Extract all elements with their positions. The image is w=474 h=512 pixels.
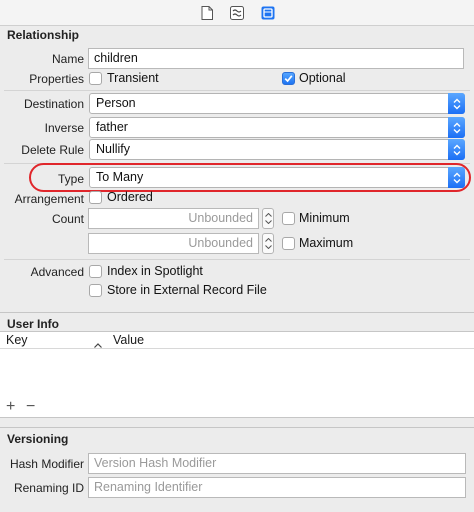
red-highlight-annotation xyxy=(29,163,471,192)
relationship-section-title: Relationship xyxy=(7,28,80,42)
delete-rule-value: Nullify xyxy=(96,142,131,156)
optional-label: Optional xyxy=(299,71,346,85)
updown-arrows-icon xyxy=(448,117,465,138)
maximum-count-field[interactable]: Unbounded xyxy=(88,233,259,254)
delete-rule-label: Delete Rule xyxy=(21,143,84,157)
index-spotlight-checkbox[interactable] xyxy=(89,265,102,278)
destination-value: Person xyxy=(96,96,136,110)
count-label: Count xyxy=(51,212,84,226)
external-record-label: Store in External Record File xyxy=(107,283,267,297)
checkmark-icon xyxy=(284,75,293,83)
destination-popup[interactable]: Person xyxy=(89,93,465,114)
name-label: Name xyxy=(51,52,84,66)
minimum-stepper[interactable] xyxy=(262,208,274,229)
properties-label: Properties xyxy=(29,72,84,86)
hash-modifier-field[interactable]: Version Hash Modifier xyxy=(88,453,466,474)
user-info-section-title: User Info xyxy=(7,317,60,331)
minimum-label: Minimum xyxy=(299,211,350,225)
renaming-id-field[interactable]: Renaming Identifier xyxy=(88,477,466,498)
chevron-up-icon xyxy=(264,238,272,242)
index-spotlight-label: Index in Spotlight xyxy=(107,264,203,278)
delete-rule-popup[interactable]: Nullify xyxy=(89,139,465,160)
divider xyxy=(4,90,470,91)
chevron-down-icon xyxy=(264,245,272,249)
advanced-label: Advanced xyxy=(30,265,84,279)
section-divider xyxy=(0,427,474,428)
updown-arrows-icon xyxy=(448,93,465,114)
ordered-checkbox[interactable] xyxy=(89,191,102,204)
chevron-up-icon xyxy=(264,213,272,217)
maximum-checkbox[interactable] xyxy=(282,237,295,250)
maximum-label: Maximum xyxy=(299,236,354,250)
chevron-down-icon xyxy=(264,220,272,224)
history-icon[interactable] xyxy=(229,5,245,21)
hash-modifier-label: Hash Modifier xyxy=(9,457,84,471)
inverse-value: father xyxy=(96,120,128,134)
arrangement-label: Arrangement xyxy=(14,192,84,206)
key-column-header[interactable]: Key xyxy=(6,333,28,347)
user-info-table-header xyxy=(0,332,474,349)
section-divider xyxy=(0,312,474,313)
destination-label: Destination xyxy=(23,97,84,111)
sort-ascending-icon xyxy=(94,337,102,351)
divider xyxy=(4,259,470,260)
minimum-count-field[interactable]: Unbounded xyxy=(88,208,259,229)
inverse-popup[interactable]: father xyxy=(89,117,465,138)
add-entry-button[interactable]: + xyxy=(6,398,15,416)
optional-checkbox[interactable] xyxy=(282,72,295,85)
transient-label: Transient xyxy=(107,71,159,85)
name-field[interactable]: children xyxy=(88,48,464,69)
transient-checkbox[interactable] xyxy=(89,72,102,85)
remove-entry-button[interactable]: − xyxy=(26,398,35,416)
value-column-header[interactable]: Value xyxy=(113,333,144,347)
maximum-stepper[interactable] xyxy=(262,233,274,254)
data-model-icon[interactable] xyxy=(260,5,276,21)
minimum-checkbox[interactable] xyxy=(282,212,295,225)
file-icon[interactable] xyxy=(199,5,215,21)
updown-arrows-icon xyxy=(448,139,465,160)
ordered-label: Ordered xyxy=(107,190,153,204)
external-record-checkbox[interactable] xyxy=(89,284,102,297)
inverse-label: Inverse xyxy=(44,121,84,135)
versioning-section-title: Versioning xyxy=(7,432,69,446)
renaming-id-label: Renaming ID xyxy=(13,481,84,495)
